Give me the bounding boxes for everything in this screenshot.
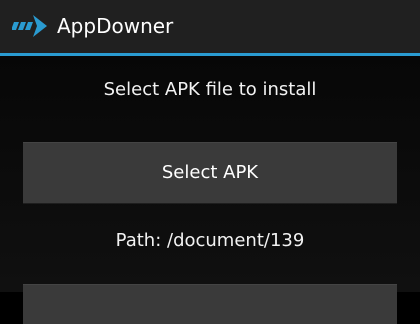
select-apk-button[interactable]: Select APK xyxy=(23,142,397,204)
action-bar: AppDowner xyxy=(0,0,420,53)
appdowner-arrow-icon[interactable] xyxy=(11,12,52,40)
app-title: AppDowner xyxy=(57,14,174,38)
path-text: Path: /document/139 xyxy=(115,230,305,251)
install-button[interactable] xyxy=(23,284,397,324)
instruction-text: Select APK file to install xyxy=(103,79,317,100)
